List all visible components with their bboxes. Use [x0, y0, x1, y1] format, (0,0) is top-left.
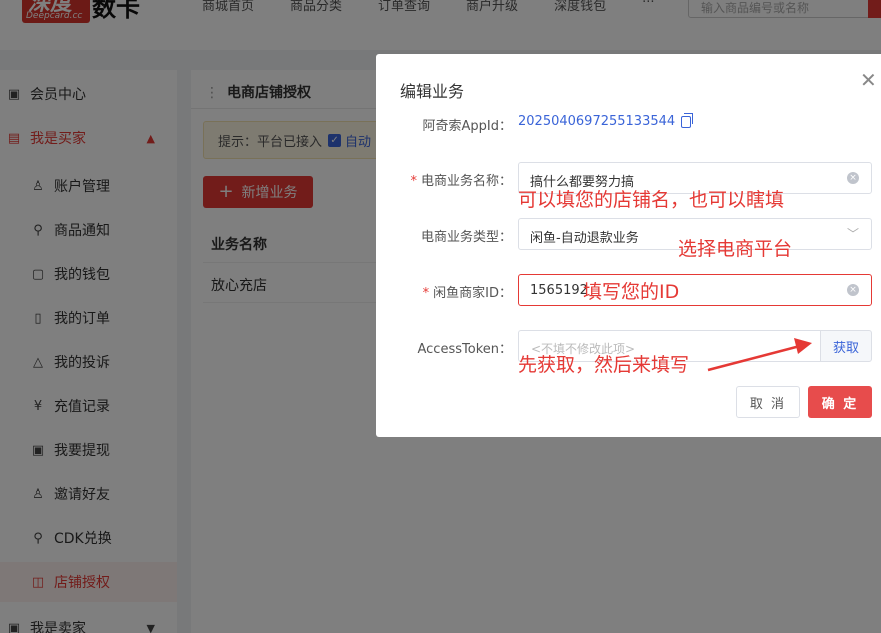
required-mark: * [422, 286, 430, 301]
confirm-button[interactable]: 确 定 [808, 386, 872, 418]
annotation-id-hint: 填写您的ID [583, 281, 680, 303]
merchant-id-label-text: 闲鱼商家ID： [433, 286, 512, 301]
copy-icon[interactable] [681, 112, 694, 128]
clear-icon[interactable]: × [847, 284, 859, 296]
merchant-id-input[interactable]: 1565192 × [518, 274, 872, 306]
access-token-label: AccessToken： [417, 342, 513, 357]
clear-icon[interactable]: × [847, 172, 859, 184]
required-mark: * [410, 174, 417, 189]
dialog-title: 编辑业务 [400, 82, 465, 101]
get-token-button[interactable]: 获取 [820, 330, 872, 362]
business-type-value: 闲鱼-自动退款业务 [530, 231, 639, 246]
annotation-token-hint: 先获取，然后来填写 [518, 354, 690, 376]
close-icon[interactable]: ✕ [860, 70, 877, 90]
business-type-label: 电商业务类型： [420, 230, 512, 245]
merchant-id-value: 1565192 [530, 283, 588, 298]
annotation-name-hint: 可以填您的店铺名，也可以瞎填 [518, 189, 785, 211]
cancel-button[interactable]: 取 消 [736, 386, 800, 418]
merchant-id-label: * 闲鱼商家ID： [378, 282, 512, 301]
edit-business-dialog: 编辑业务 ✕ 阿奇索AppId： 2025040697255133544 * 电商… [376, 54, 881, 437]
business-name-label: * 电商业务名称： [378, 170, 512, 189]
business-name-label-text: 电商业务名称： [420, 174, 512, 189]
appid-label: 阿奇索AppId： [422, 119, 512, 134]
appid-value: 2025040697255133544 [518, 112, 694, 129]
annotation-type-hint: 选择电商平台 [678, 238, 793, 260]
chevron-down-icon: ﹀ [846, 227, 859, 241]
appid-text: 2025040697255133544 [518, 114, 676, 129]
